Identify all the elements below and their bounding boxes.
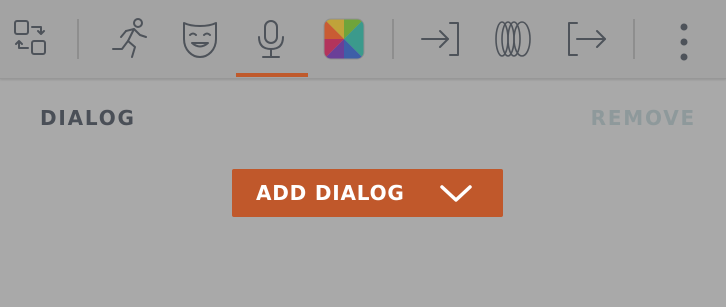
running-figure-icon	[112, 18, 147, 58]
microphone-icon	[258, 20, 284, 58]
toolbar	[0, 0, 726, 79]
exit-arrow-icon	[568, 22, 606, 56]
more-vertical-icon	[680, 23, 688, 61]
remove-button[interactable]: REMOVE	[591, 106, 696, 130]
color-palette-icon	[323, 18, 365, 60]
theater-mask-icon	[183, 22, 217, 58]
layers-button[interactable]	[488, 12, 540, 66]
section-title: DIALOG	[40, 106, 136, 130]
toolbar-separator	[633, 19, 635, 59]
active-tab-indicator	[236, 73, 308, 77]
transform-swap-icon	[14, 20, 46, 55]
color-palette-button[interactable]	[318, 12, 370, 66]
more-options-button[interactable]	[664, 12, 704, 66]
add-dialog-label: ADD DIALOG	[256, 181, 405, 205]
dialog-button[interactable]	[245, 12, 297, 66]
toolbar-separator	[392, 19, 394, 59]
toolbar-separator	[77, 19, 79, 59]
add-dialog-button[interactable]: ADD DIALOG	[232, 169, 503, 217]
enter-button[interactable]	[416, 12, 468, 66]
chevron-down-icon	[440, 185, 472, 202]
transform-swap-button[interactable]	[4, 12, 56, 66]
enter-arrow-icon	[421, 22, 459, 56]
animation-button[interactable]	[103, 12, 155, 66]
expression-button[interactable]	[174, 12, 226, 66]
stacked-rings-icon	[495, 21, 531, 57]
exit-button[interactable]	[561, 12, 613, 66]
